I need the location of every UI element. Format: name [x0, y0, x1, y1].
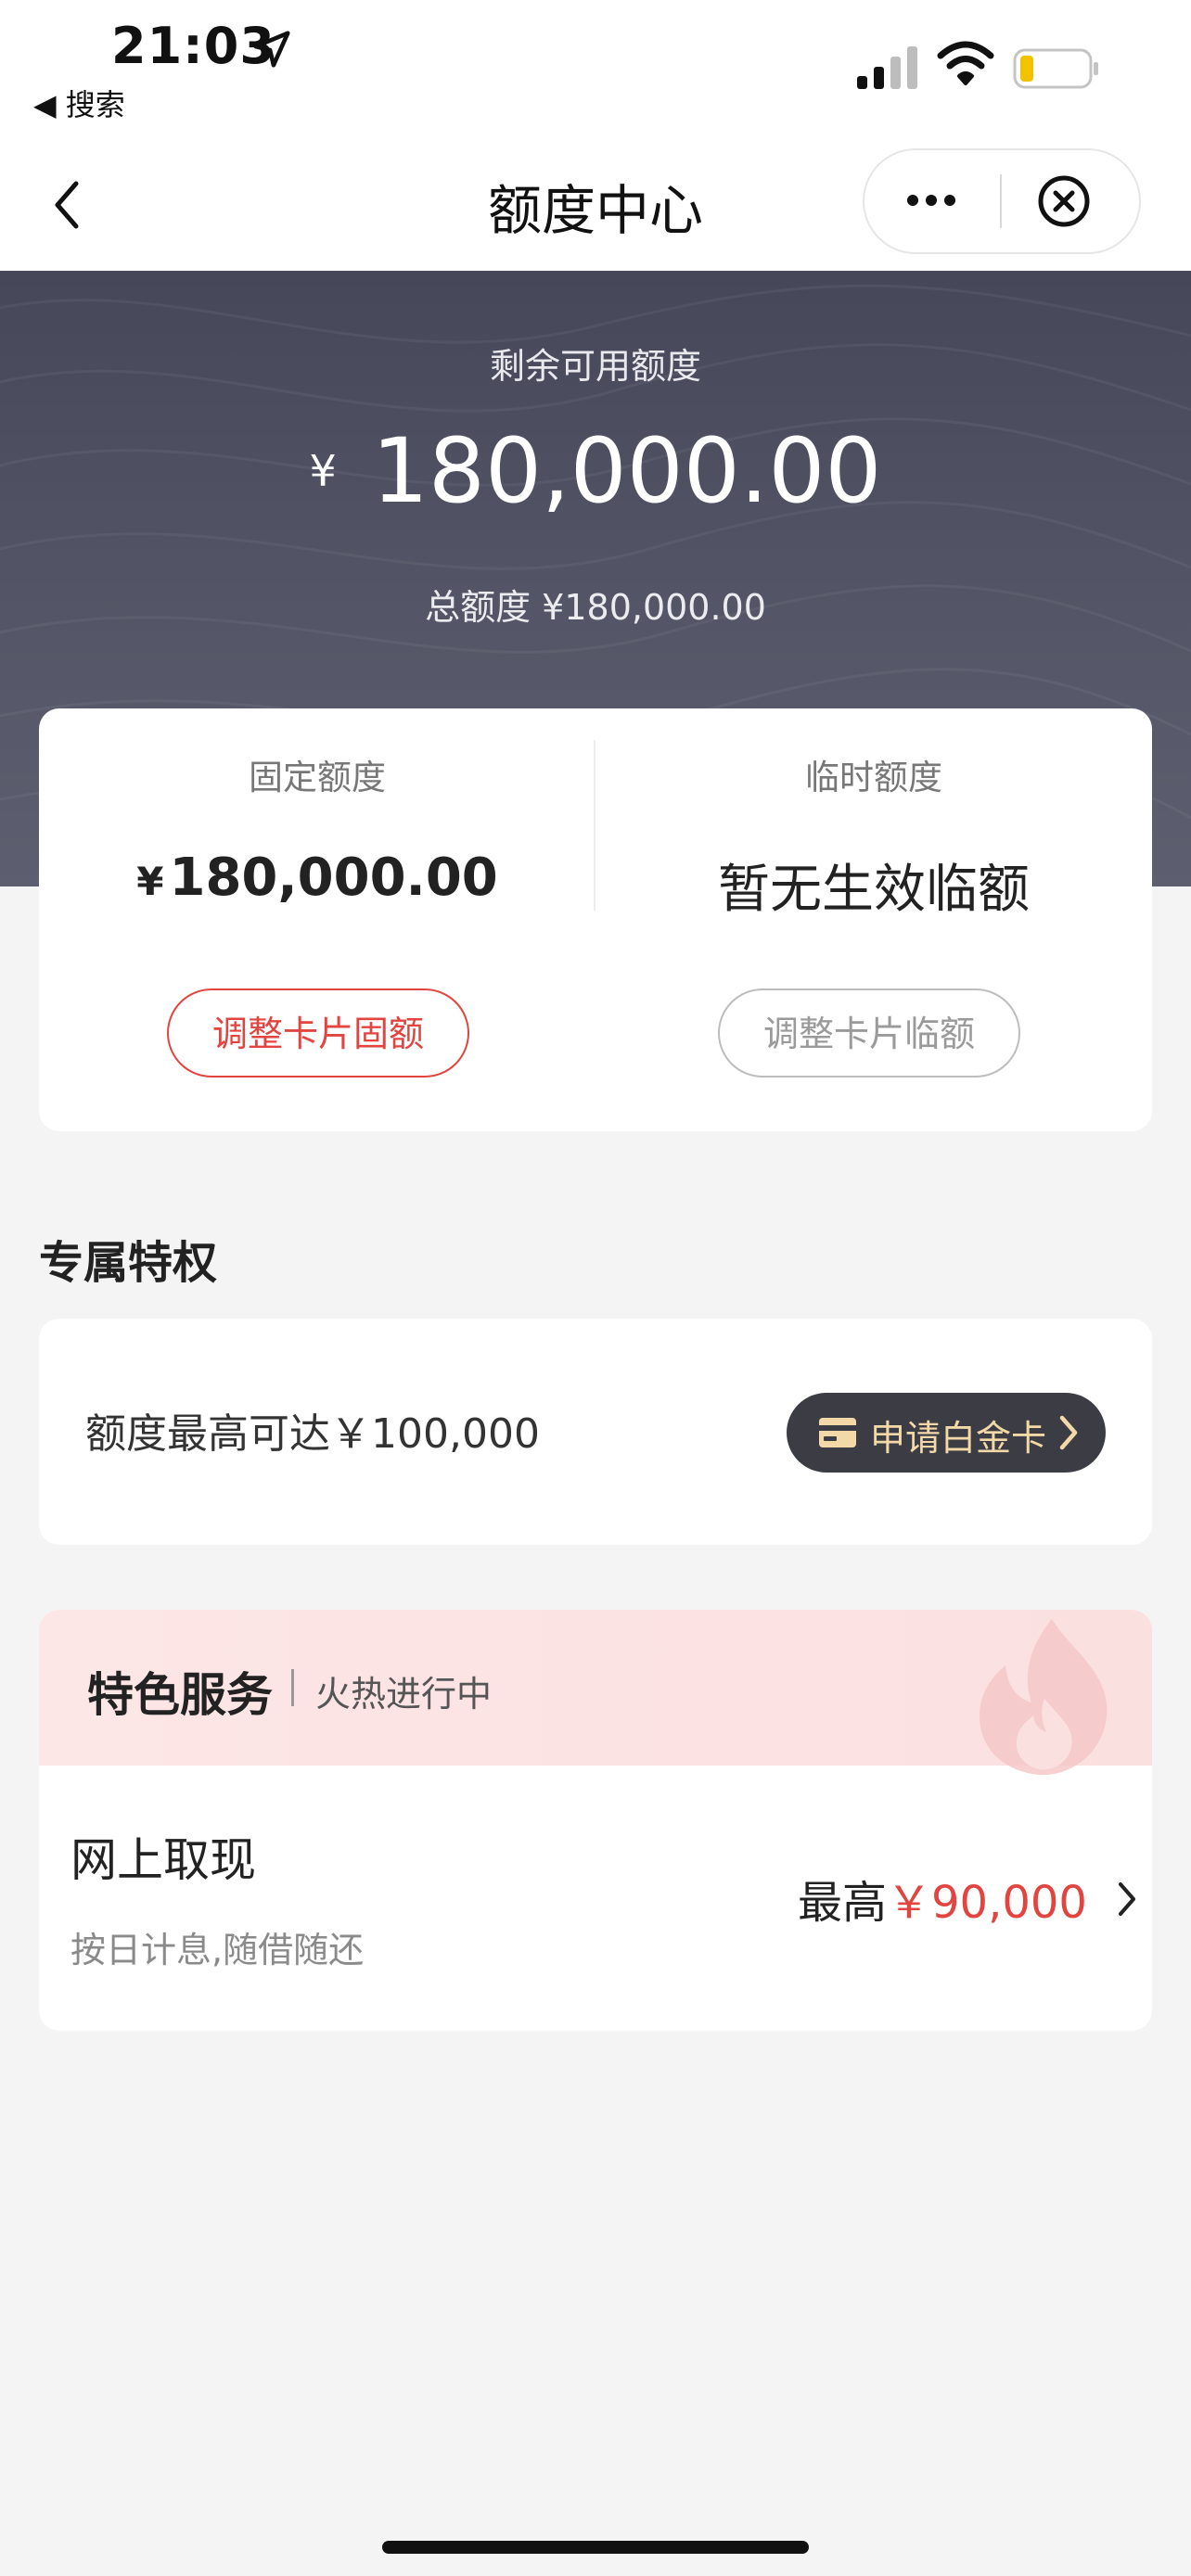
- apply-platinum-card-button[interactable]: 申请白金卡: [787, 1393, 1106, 1473]
- online-cash-title[interactable]: 网上取现: [70, 1823, 256, 1890]
- privilege-text: 额度最高可达￥100,000: [85, 1410, 540, 1458]
- battery-icon: [1013, 48, 1098, 89]
- featured-service-header: 特色服务 火热进行中: [39, 1610, 1152, 1776]
- back-to-search-link[interactable]: ◀ 搜索: [33, 82, 125, 124]
- fixed-limit-value: 180,000.00: [169, 848, 498, 908]
- signal-icon: [857, 46, 917, 89]
- max-amount-value: ￥90,000: [887, 1877, 1087, 1929]
- max-prefix: 最高: [798, 1877, 888, 1929]
- close-icon[interactable]: [1037, 174, 1091, 228]
- wifi-icon: [937, 41, 994, 85]
- available-credit-label: 剩余可用额度: [489, 346, 701, 387]
- location-arrow-icon: [253, 31, 290, 68]
- privilege-card: 额度最高可达￥100,000 申请白金卡: [39, 1319, 1152, 1545]
- adjust-temporary-limit-button[interactable]: 调整卡片临额: [718, 988, 1020, 1078]
- featured-service-subtitle: 火热进行中: [315, 1674, 493, 1715]
- temporary-limit-title: 临时额度: [805, 758, 942, 797]
- adjust-fixed-limit-button[interactable]: 调整卡片固额: [167, 988, 469, 1078]
- temporary-limit-status: 暂无生效临额: [718, 860, 1030, 920]
- chevron-right-icon[interactable]: [1115, 1879, 1139, 1919]
- card-icon: [819, 1418, 856, 1447]
- available-credit-amount: ¥180,000.00: [0, 419, 1191, 523]
- available-credit-value: 180,000.00: [371, 419, 882, 523]
- fixed-limit-amount: ¥180,000.00: [39, 848, 596, 908]
- flame-icon: [980, 1619, 1108, 1776]
- credit-limits-card: 固定额度 临时额度 ¥180,000.00 暂无生效临额 调整卡片固额 调整卡片…: [39, 708, 1152, 1131]
- capsule-divider: [1000, 174, 1002, 228]
- title-separator: [291, 1669, 294, 1706]
- total-credit-text: 总额度 ¥180,000.00: [425, 587, 766, 628]
- online-cash-description: 按日计息,随借随还: [70, 1930, 365, 1970]
- privilege-section-title: 专属特权: [39, 1237, 218, 1289]
- navigation-bar: 额度中心: [0, 139, 1191, 271]
- featured-service-title: 特色服务: [87, 1668, 273, 1722]
- more-icon[interactable]: [903, 182, 959, 219]
- online-cash-max-amount[interactable]: 最高￥90,000: [798, 1866, 1087, 1931]
- apply-platinum-card-label: 申请白金卡: [870, 1418, 1047, 1459]
- chevron-right-icon: [1059, 1415, 1078, 1450]
- miniprogram-capsule: [863, 148, 1141, 254]
- currency-symbol: ¥: [309, 446, 337, 496]
- status-bar: 21:03 ◀ 搜索: [0, 0, 1191, 139]
- currency-symbol: ¥: [136, 859, 164, 904]
- home-indicator[interactable]: [382, 2541, 809, 2554]
- fixed-limit-title: 固定额度: [249, 758, 386, 797]
- featured-service-card: 特色服务 火热进行中 网上取现 按日计息,随借随还 最高￥90,000: [39, 1610, 1152, 2031]
